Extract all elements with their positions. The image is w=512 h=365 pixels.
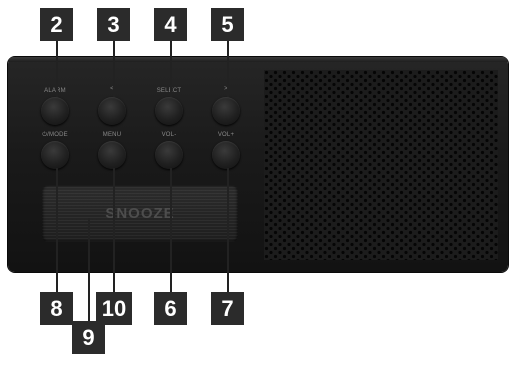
leader-line-2 [56, 40, 58, 97]
power-mode-button[interactable] [41, 141, 69, 169]
snooze-bar[interactable]: SNOOZE [42, 185, 238, 242]
vol-down-label: VOL- [161, 132, 177, 138]
menu-button[interactable] [98, 141, 126, 169]
leader-line-10 [113, 168, 115, 294]
menu-label: MENU [102, 132, 122, 138]
callout-3: 3 [97, 8, 130, 41]
leader-line-5 [227, 40, 229, 97]
leader-line-8 [56, 168, 58, 294]
callout-9: 9 [72, 321, 105, 354]
callout-5: 5 [211, 8, 244, 41]
device-top-edge [8, 57, 508, 62]
select-label: SELECT [156, 88, 182, 94]
callout-7: 7 [211, 292, 244, 325]
prev-button[interactable] [98, 97, 126, 125]
alarm-button[interactable] [41, 97, 69, 125]
leader-line-7 [227, 168, 229, 294]
vol-up-button[interactable] [212, 141, 240, 169]
leader-line-6 [170, 168, 172, 294]
prev-label: < [110, 86, 114, 92]
alarm-label: ALARM [44, 88, 66, 94]
callout-6: 6 [154, 292, 187, 325]
leader-line-4 [170, 40, 172, 97]
speaker-grille [264, 70, 498, 260]
leader-line-9 [88, 218, 90, 321]
next-label: > [224, 86, 228, 92]
select-button[interactable] [155, 97, 183, 125]
next-button[interactable] [212, 97, 240, 125]
vol-down-button[interactable] [155, 141, 183, 169]
callout-2: 2 [40, 8, 73, 41]
callout-4: 4 [154, 8, 187, 41]
leader-line-3 [113, 40, 115, 97]
callout-8: 8 [40, 292, 73, 325]
power-mode-label: ⏻/MODE [42, 132, 68, 138]
vol-up-label: VOL+ [217, 132, 235, 138]
snooze-label: SNOOZE [105, 205, 175, 222]
